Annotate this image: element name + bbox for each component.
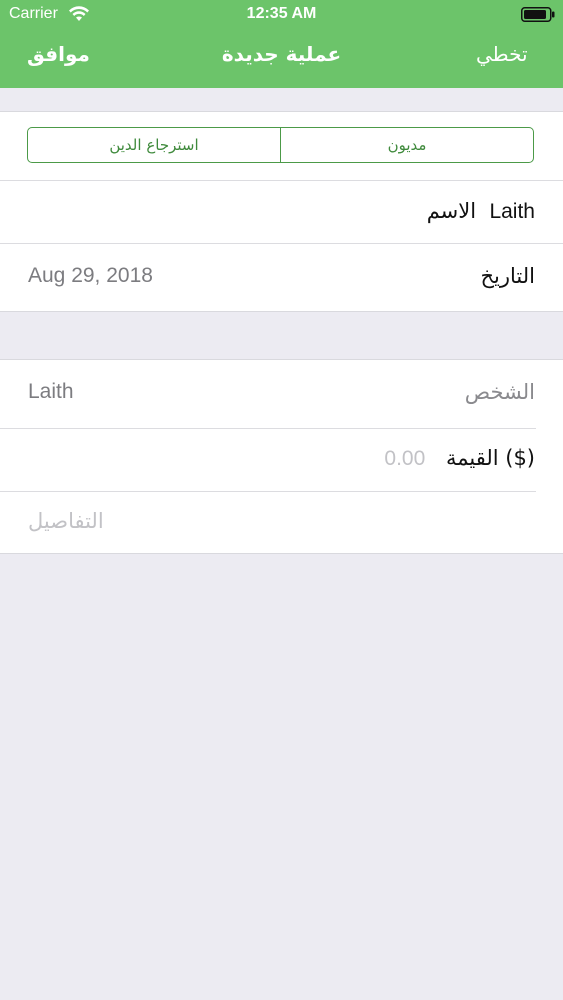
date-value: Aug 29, 2018 <box>28 264 153 287</box>
navigation-header: Carrier 12:35 AM موافق عملية جديدة تخطي <box>0 0 563 88</box>
amount-label: القيمة ($) <box>445 446 535 470</box>
status-time: 12:35 AM <box>246 5 317 22</box>
date-label: التاريخ <box>480 264 535 288</box>
date-row[interactable]: Aug 29, 2018 التاريخ <box>0 244 563 311</box>
amount-row[interactable]: 0.00 القيمة ($) <box>0 429 563 491</box>
details-row[interactable]: التفاصيل <box>0 492 563 552</box>
person-label: الشخص <box>464 380 535 404</box>
transaction-type-segmented-control[interactable]: استرجاع الدين مديون <box>27 127 534 163</box>
name-row[interactable]: الاسم Laith <box>0 181 563 243</box>
name-value: Laith <box>489 200 535 223</box>
amount-field: 0.00 القيمة ($) <box>384 446 535 471</box>
name-label: الاسم <box>426 199 477 223</box>
skip-button[interactable]: تخطي <box>476 42 528 66</box>
battery-icon <box>521 7 555 22</box>
transaction-section: استرجاع الدين مديون الاسم Laith Aug 29, … <box>0 111 563 312</box>
person-value: Laith <box>28 380 74 403</box>
details-section: Laith الشخص 0.00 القيمة ($) التفاصيل <box>0 359 563 554</box>
person-row[interactable]: Laith الشخص <box>0 360 563 428</box>
segment-debtor[interactable]: مديون <box>280 128 533 162</box>
details-input[interactable]: التفاصيل <box>28 509 104 533</box>
status-bar: Carrier 12:35 AM <box>0 0 563 30</box>
amount-input[interactable]: 0.00 <box>384 447 425 470</box>
segment-debt-repayment[interactable]: استرجاع الدين <box>28 128 280 162</box>
name-field: الاسم Laith <box>427 199 535 224</box>
